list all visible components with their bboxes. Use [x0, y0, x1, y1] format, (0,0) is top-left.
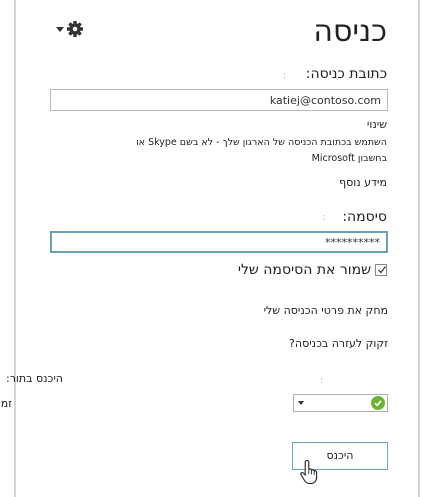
status-select[interactable]	[293, 394, 388, 412]
mouse-pointer-icon	[298, 459, 320, 485]
more-info-link[interactable]: מידע נוסף	[339, 176, 387, 189]
change-description-line1: השתמש בכתובת הכניסה של הארגון שלך - לא ב…	[136, 137, 387, 148]
signin-as-label: היכנס בתור:	[5, 372, 63, 385]
password-separator: :	[322, 212, 326, 223]
signin-address-input[interactable]	[50, 89, 388, 111]
signin-address-separator: :	[283, 70, 287, 81]
change-description-line2: בחשבון Microsoft	[311, 153, 387, 164]
signin-help-link[interactable]: זקוק לעזרה בכניסה?	[289, 337, 388, 350]
signin-as-separator: :	[320, 375, 324, 386]
chevron-down-icon[interactable]	[56, 27, 64, 32]
page-title: כניסה	[313, 14, 387, 49]
chevron-down-icon	[298, 401, 304, 405]
delete-signin-info-link[interactable]: מחק את פרטי הכניסה שלי	[264, 304, 388, 317]
remember-password-label: שמור את הסיסמה שלי	[237, 262, 371, 278]
availability-label: זמינות	[0, 397, 12, 410]
checkmark-icon	[378, 266, 387, 274]
password-input[interactable]	[50, 231, 388, 253]
signin-address-label: כתובת כניסה:	[305, 66, 387, 82]
gear-icon[interactable]	[66, 20, 84, 38]
remember-password-checkbox[interactable]	[375, 264, 387, 276]
window-edge-right	[418, 0, 420, 497]
password-label: סיסמה:	[342, 209, 387, 225]
available-status-icon	[371, 396, 385, 410]
change-link[interactable]: שינוי	[367, 118, 387, 131]
